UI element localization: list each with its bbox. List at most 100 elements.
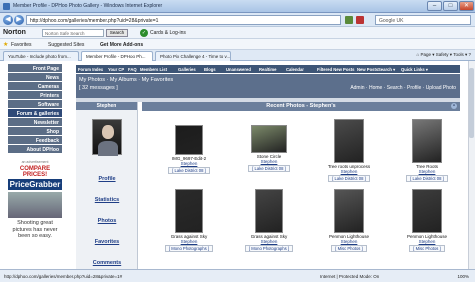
back-button[interactable]: ◀ [3, 15, 13, 25]
photo-author-link[interactable]: Stephen [310, 239, 388, 244]
photo-album-link[interactable]: [ Lake District 08 ] [248, 165, 290, 172]
photo-album-link[interactable]: [ Mono Photographs ] [164, 245, 214, 252]
forum-nav-item[interactable]: Filtered New Posts [317, 67, 354, 72]
nav-forum-galleries[interactable]: Forum & galleries [8, 109, 62, 117]
favorites-button[interactable]: Favorites [11, 42, 32, 48]
forum-nav: Forum Index Your CP FAQ Members List Galleri… [76, 65, 460, 73]
nav-cameras[interactable]: Cameras [8, 82, 62, 90]
tab-photo-pix[interactable]: Photo Pix Challenge 4 - Time to v... [155, 51, 231, 61]
photo-album-link[interactable]: [ Lake District 08 ] [328, 175, 370, 182]
favorites-link[interactable]: Favorites [76, 239, 138, 245]
forum-nav-item[interactable]: Calendar [286, 67, 304, 72]
ie-icon [3, 3, 10, 10]
photo-author-link[interactable]: Stephen [150, 161, 228, 166]
forum-nav-item[interactable]: New Posts [357, 67, 378, 72]
nav-shop[interactable]: Shop [8, 127, 62, 135]
nav-front-page[interactable]: Front Page [8, 64, 62, 72]
photo-author-link[interactable]: Stephen [388, 239, 466, 244]
user-panel: Stephen Profile Statistics Photos Favori… [76, 102, 138, 269]
profile-link[interactable]: Profile [407, 85, 421, 91]
recent-photos-panel: Recent Photos - Stephen's ^ IMG_9697-Edi… [142, 102, 460, 269]
avatar[interactable] [92, 119, 122, 156]
photo-thumbnail[interactable] [412, 189, 442, 233]
scrollbar-thumb[interactable] [469, 68, 474, 138]
ad-image [8, 192, 62, 218]
forum-nav-item[interactable]: Realtime [259, 67, 276, 72]
forum-nav-item[interactable]: Unanswered [226, 67, 251, 72]
page-content: Front Page News Cameras Printers Softwar… [0, 61, 468, 269]
photo-thumbnail[interactable] [251, 125, 287, 153]
nav-printers[interactable]: Printers [8, 91, 62, 99]
forum-nav-item[interactable]: Your CP [108, 67, 124, 72]
photo-album-link[interactable]: [ Misc Photos ] [409, 245, 445, 252]
photo-card: IMG_9697-Edit-2 Stephen[ Lake District 08… [150, 125, 228, 174]
photos-link[interactable]: Photos [76, 218, 138, 224]
stop-icon[interactable] [356, 16, 364, 24]
advertisement[interactable]: an advertisement COMPARE PRICES! PriceGr… [8, 160, 62, 269]
photo-album-link[interactable]: [ Lake District 08 ] [406, 175, 448, 182]
close-button[interactable]: ✕ [459, 1, 474, 11]
photo-author-link[interactable]: Stephen [150, 239, 228, 244]
norton-search-input[interactable]: Norton Safe Search [42, 29, 104, 37]
photo-thumbnail[interactable] [175, 189, 203, 233]
search-link[interactable]: Search [387, 85, 403, 91]
photo-thumbnail[interactable] [334, 189, 364, 233]
photo-author-link[interactable]: Stephen [388, 169, 466, 174]
tools-menu[interactable]: Tools [453, 52, 464, 57]
photo-thumbnail[interactable] [334, 119, 364, 163]
minimize-button[interactable]: – [427, 1, 442, 11]
tab-member-profile[interactable]: Member Profile - DPHoo Ph... [81, 51, 153, 61]
nav-feedback[interactable]: Feedback [8, 136, 62, 144]
photo-author-link[interactable]: Stephen [310, 169, 388, 174]
zoom-level[interactable]: 100% [457, 274, 469, 279]
page-menu[interactable]: Page [420, 52, 431, 57]
forum-nav-item[interactable]: Members List [140, 67, 167, 72]
maximize-button[interactable]: □ [443, 1, 458, 11]
messages-count[interactable]: [ 32 messages ] [79, 85, 118, 91]
norton-search-button[interactable]: Search [106, 29, 128, 37]
suggested-sites-link[interactable]: Suggested Sites [48, 42, 84, 48]
photo-thumbnail[interactable] [255, 189, 283, 233]
upload-photo-link[interactable]: Upload Photo [426, 85, 456, 91]
statistics-link[interactable]: Statistics [76, 197, 138, 203]
nav-about[interactable]: About DPHoo [8, 145, 62, 153]
forward-button[interactable]: ▶ [14, 15, 24, 25]
norton-cards-button[interactable]: Cards & Log-ins [150, 30, 186, 36]
photo-thumbnail[interactable] [412, 119, 442, 163]
photo-author-link[interactable]: Stephen [230, 159, 308, 164]
url-field[interactable]: http://dphoo.com/galleries/member.php?ui… [26, 15, 341, 25]
comments-link[interactable]: Comments [76, 260, 138, 266]
refresh-icon[interactable] [345, 16, 353, 24]
profile-link-left[interactable]: Profile [76, 176, 138, 182]
help-menu[interactable]: ? [468, 52, 471, 57]
collapse-icon[interactable]: ^ [451, 103, 457, 109]
forum-nav-item[interactable]: Galleries [178, 67, 196, 72]
photo-album-link[interactable]: [ Lake District 08 ] [168, 167, 210, 174]
nav-newsletter[interactable]: Newsletter [8, 118, 62, 126]
photo-card: Tree Roots Stephen[ Lake District 08 ] [388, 119, 466, 182]
window-title: Member Profile - DPHoo Photo Gallery - W… [13, 3, 163, 9]
safety-menu[interactable]: Safety [436, 52, 449, 57]
forum-nav-item[interactable]: Search ▾ [378, 67, 395, 72]
breadcrumb[interactable]: My Photos · My Albums · My Favorites [79, 77, 173, 83]
get-more-addons-link[interactable]: Get More Add-ons [100, 42, 143, 48]
forum-nav-item[interactable]: Blogs [204, 67, 216, 72]
photo-album-link[interactable]: [ Misc Photos ] [331, 245, 367, 252]
forum-nav-item[interactable]: Quick Links ▾ [401, 67, 428, 72]
forum-nav-item[interactable]: Forum Index [78, 67, 103, 72]
window-titlebar: Member Profile - DPHoo Photo Gallery - W… [0, 0, 475, 13]
photo-album-link[interactable]: [ Mono Photographs ] [244, 245, 294, 252]
search-input[interactable]: Google UK [375, 15, 471, 25]
photo-thumbnail[interactable] [175, 125, 203, 155]
tab-youtube[interactable]: YouTube - Include photo from... [3, 51, 79, 61]
home-icon[interactable]: ⌂ [416, 52, 419, 57]
home-link[interactable]: Home [369, 85, 382, 91]
forum-nav-item[interactable]: FAQ [128, 67, 137, 72]
nav-software[interactable]: Software [8, 100, 62, 108]
command-bar: ⌂ Page ▾ Safety ▾ Tools ▾ ? [416, 52, 471, 57]
nav-news[interactable]: News [8, 73, 62, 81]
photo-author-link[interactable]: Stephen [230, 239, 308, 244]
favorites-bar: ★ Favorites Suggested Sites Get More Add… [0, 39, 475, 50]
admin-link[interactable]: Admin [350, 85, 364, 91]
gallery-header: My Photos · My Albums · My Favorites [ 3… [76, 74, 460, 98]
